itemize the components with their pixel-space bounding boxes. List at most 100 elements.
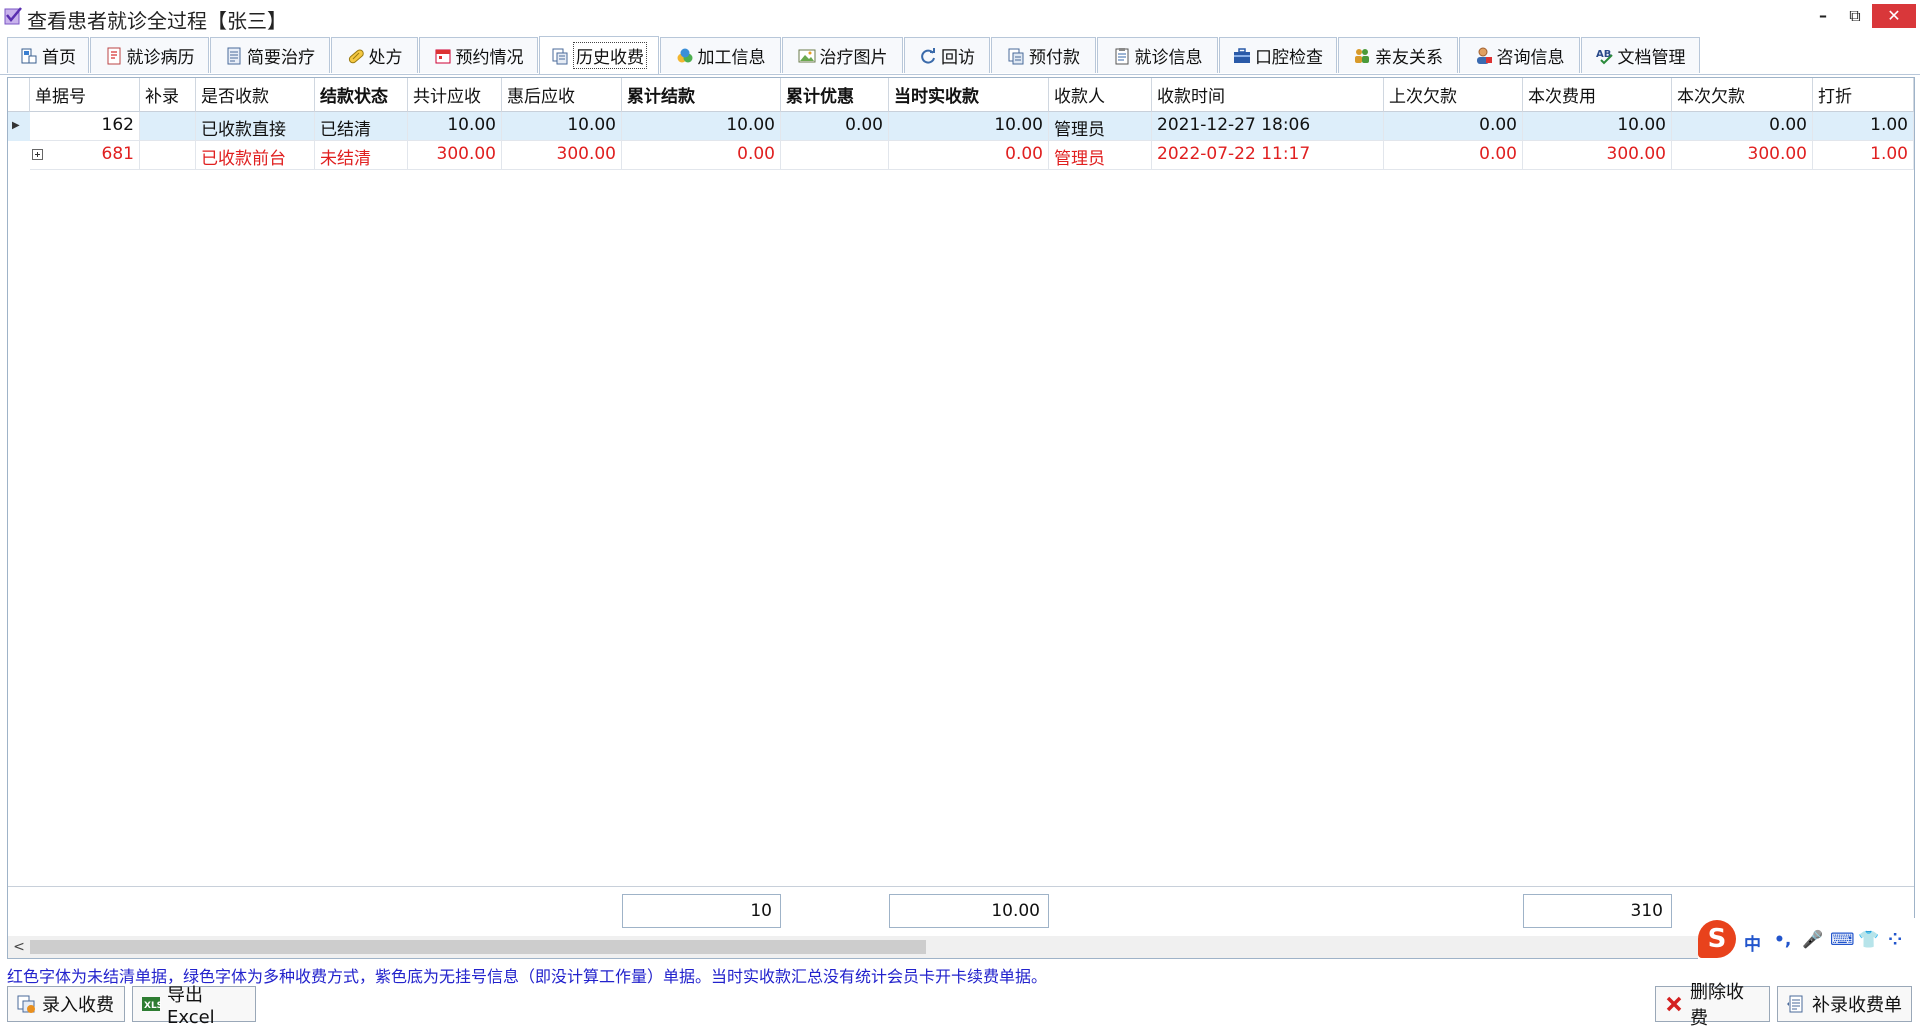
column-header[interactable]: 收款人	[1049, 78, 1152, 112]
bill-number-cell[interactable]: 162	[30, 112, 140, 141]
tab-treatment-images[interactable]: 治疗图片	[782, 37, 903, 73]
payment-time-cell[interactable]: 2022-07-22 11:17	[1152, 141, 1384, 170]
supplement-cell[interactable]	[140, 112, 196, 141]
column-header[interactable]: 补录	[140, 78, 196, 112]
column-header[interactable]: 本次费用	[1523, 78, 1672, 112]
scroll-thumb[interactable]	[30, 940, 926, 954]
cumulative-paid-cell[interactable]: 0.00	[622, 141, 781, 170]
column-header[interactable]: 共计应收	[408, 78, 502, 112]
payment-grid: 单据号 补录 是否收款 结款状态 共计应收 惠后应收 累计结款 累计优惠 当时实…	[7, 77, 1915, 959]
discounted-receivable-cell[interactable]: 10.00	[502, 112, 622, 141]
actual-received-cell[interactable]: 10.00	[889, 112, 1049, 141]
supplement-bill-button[interactable]: 补录收费单	[1777, 986, 1912, 1022]
total-receivable-cell[interactable]: 300.00	[408, 141, 502, 170]
column-header[interactable]: 累计结款	[622, 78, 781, 112]
settlement-status-cell[interactable]: 已结清	[315, 112, 408, 141]
cumulative-discount-cell[interactable]: 0.00	[781, 112, 889, 141]
restore-button[interactable]: ⧉	[1840, 4, 1870, 28]
legend-hint: 红色字体为未结清单据，绿色字体为多种收费方式，紫色底为无挂号信息（即没计算工作量…	[7, 967, 1048, 986]
current-debt-cell[interactable]: 0.00	[1672, 112, 1813, 141]
scroll-left-icon[interactable]: <	[10, 937, 28, 957]
ime-punctuation-icon[interactable]: •,	[1774, 930, 1791, 950]
sogou-ime-icon[interactable]: S	[1698, 920, 1736, 958]
current-debt-cell[interactable]: 300.00	[1672, 141, 1813, 170]
previous-debt-cell[interactable]: 0.00	[1384, 141, 1523, 170]
cumulative-discount-cell[interactable]	[781, 141, 889, 170]
bill-number-cell[interactable]: 681	[30, 141, 140, 170]
discount-rate-cell[interactable]: 1.00	[1813, 141, 1914, 170]
pill-icon	[347, 47, 365, 65]
tab-brief-treatment[interactable]: 简要治疗	[210, 37, 330, 73]
image-icon	[798, 47, 816, 65]
tab-payment-history[interactable]: 历史收费	[539, 36, 659, 74]
delete-payment-button[interactable]: 删除收费	[1655, 982, 1770, 1029]
receipt-icon	[551, 47, 569, 65]
ime-skin-icon[interactable]: 👕	[1858, 930, 1879, 950]
column-header[interactable]: 当时实收款	[889, 78, 1049, 112]
table-row[interactable]: 681 已收款前台 未结清 300.00 300.00 0.00 0.00 管理…	[8, 141, 1914, 170]
tab-prescription[interactable]: 处方	[331, 37, 418, 73]
ime-keyboard-icon[interactable]: ⌨	[1830, 930, 1855, 950]
cumulative-paid-cell[interactable]: 10.00	[622, 112, 781, 141]
delete-icon	[1664, 994, 1684, 1014]
previous-debt-cell[interactable]: 0.00	[1384, 112, 1523, 141]
tab-processing-info[interactable]: 加工信息	[660, 37, 781, 73]
cashier-cell[interactable]: 管理员	[1049, 141, 1152, 170]
current-fee-cell[interactable]: 300.00	[1523, 141, 1672, 170]
tab-consultation[interactable]: 咨询信息	[1459, 37, 1580, 73]
close-button[interactable]: ✕	[1872, 4, 1916, 28]
tab-prepayment[interactable]: 预付款	[991, 37, 1096, 73]
column-header[interactable]: 是否收款	[196, 78, 315, 112]
title-bar: 查看患者就诊全过程【张三】 – ⧉ ✕	[0, 0, 1920, 34]
discount-rate-cell[interactable]: 1.00	[1813, 112, 1914, 141]
home-icon	[20, 47, 38, 65]
tab-relatives[interactable]: 亲友关系	[1338, 37, 1458, 73]
current-fee-cell[interactable]: 10.00	[1523, 112, 1672, 141]
excel-icon: XLS	[141, 994, 163, 1014]
ime-mic-icon[interactable]: 🎤	[1802, 930, 1823, 950]
summary-actual-received: 10.00	[889, 894, 1049, 928]
tab-oral-exam[interactable]: 口腔检查	[1219, 37, 1337, 73]
payment-status-cell[interactable]: 已收款直接	[196, 112, 315, 141]
column-header[interactable]: 收款时间	[1152, 78, 1384, 112]
summary-cumulative-paid: 10	[622, 894, 781, 928]
column-header[interactable]: 单据号	[30, 78, 140, 112]
column-header[interactable]: 累计优惠	[781, 78, 889, 112]
horizontal-scrollbar[interactable]: <	[8, 936, 1914, 958]
ime-language-toggle[interactable]: 中	[1744, 930, 1761, 955]
refresh-icon	[919, 47, 937, 65]
shapes-icon	[676, 47, 694, 65]
column-header[interactable]: 结款状态	[315, 78, 408, 112]
export-excel-button[interactable]: XLS 导出Excel	[132, 985, 256, 1028]
user-consult-icon	[1475, 47, 1493, 65]
tab-visit-info[interactable]: 就诊信息	[1097, 37, 1218, 73]
enter-payment-button[interactable]: 录入收费	[7, 986, 125, 1022]
group-icon	[1353, 47, 1371, 65]
cashier-cell[interactable]: 管理员	[1049, 112, 1152, 141]
checklist-app-icon	[4, 7, 22, 25]
spellcheck-icon: AB	[1596, 47, 1614, 65]
column-header[interactable]: 惠后应收	[502, 78, 622, 112]
column-header[interactable]: 本次欠款	[1672, 78, 1813, 112]
clipboard-icon	[1113, 47, 1131, 65]
total-receivable-cell[interactable]: 10.00	[408, 112, 502, 141]
table-row[interactable]: ▶ 162 已收款直接 已结清 10.00 10.00 10.00 0.00 1…	[8, 112, 1914, 141]
row-pointer-icon: ▶	[12, 120, 20, 131]
payment-status-cell[interactable]: 已收款前台	[196, 141, 315, 170]
supplement-cell[interactable]	[140, 141, 196, 170]
tab-follow-up[interactable]: 回访	[904, 37, 990, 73]
payment-time-cell[interactable]: 2021-12-27 18:06	[1152, 112, 1384, 141]
discounted-receivable-cell[interactable]: 300.00	[502, 141, 622, 170]
settlement-status-cell[interactable]: 未结清	[315, 141, 408, 170]
tab-appointment[interactable]: 预约情况	[419, 37, 538, 73]
column-header[interactable]: 上次欠款	[1384, 78, 1523, 112]
tab-document-management[interactable]: AB 文档管理	[1581, 37, 1700, 73]
minimize-button[interactable]: –	[1808, 4, 1838, 28]
column-header[interactable]: 打折	[1813, 78, 1914, 112]
tab-medical-record[interactable]: 就诊病历	[90, 37, 209, 73]
add-payment-icon	[16, 994, 36, 1014]
calendar-icon	[434, 47, 452, 65]
ime-menu-icon[interactable]: ⁘	[1888, 930, 1902, 950]
tab-home[interactable]: 首页	[7, 37, 89, 73]
actual-received-cell[interactable]: 0.00	[889, 141, 1049, 170]
